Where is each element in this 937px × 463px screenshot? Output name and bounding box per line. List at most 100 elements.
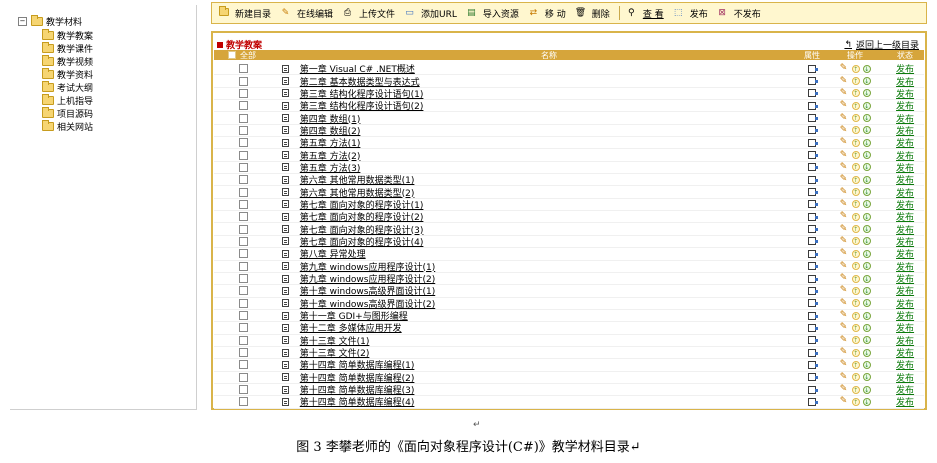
edit-pencil-icon[interactable]: ✎ xyxy=(840,298,849,308)
move-up-icon[interactable]: ↑ xyxy=(851,262,860,271)
row-checkbox[interactable] xyxy=(239,150,249,160)
row-checkbox[interactable] xyxy=(239,323,249,333)
move-down-icon[interactable]: ↓ xyxy=(862,237,871,246)
move-down-icon[interactable]: ↓ xyxy=(862,225,871,234)
move-up-icon[interactable]: ↑ xyxy=(851,336,860,345)
status-link[interactable]: 发布 xyxy=(886,247,924,260)
row-checkbox[interactable] xyxy=(239,249,249,259)
properties-icon[interactable] xyxy=(808,336,819,345)
row-checkbox[interactable] xyxy=(239,372,249,382)
move-down-icon[interactable]: ↓ xyxy=(862,188,871,197)
move-up-icon[interactable]: ↑ xyxy=(851,77,860,86)
file-name-link[interactable]: 第十四章 简单数据库编程(4) xyxy=(298,395,801,408)
status-link[interactable]: 发布 xyxy=(886,173,924,186)
file-name-link[interactable]: 第九章 windows应用程序设计(1) xyxy=(298,260,801,273)
move-down-icon[interactable]: ↓ xyxy=(862,114,871,123)
edit-pencil-icon[interactable]: ✎ xyxy=(840,88,849,98)
properties-icon[interactable] xyxy=(808,114,819,123)
move-up-icon[interactable]: ↑ xyxy=(851,200,860,209)
status-link[interactable]: 发布 xyxy=(886,358,924,371)
file-name-link[interactable]: 第十一章 GDI+与图形编程 xyxy=(298,309,801,322)
status-link[interactable]: 发布 xyxy=(886,186,924,199)
edit-pencil-icon[interactable]: ✎ xyxy=(840,397,849,406)
file-name-link[interactable]: 第十四章 简单数据库编程(1) xyxy=(298,358,801,371)
move-up-icon[interactable]: ↑ xyxy=(851,373,860,382)
properties-icon[interactable] xyxy=(808,249,819,258)
row-checkbox[interactable] xyxy=(239,311,249,321)
status-link[interactable]: 发布 xyxy=(886,149,924,162)
move-up-icon[interactable]: ↑ xyxy=(851,138,860,147)
move-up-icon[interactable]: ↑ xyxy=(851,114,860,123)
status-link[interactable]: 发布 xyxy=(886,210,924,223)
move-up-icon[interactable]: ↑ xyxy=(851,323,860,332)
move-down-icon[interactable]: ↓ xyxy=(862,323,871,332)
move-down-icon[interactable]: ↓ xyxy=(862,77,871,86)
tree-item[interactable]: 项目源码 xyxy=(42,107,93,120)
move-down-icon[interactable]: ↓ xyxy=(862,373,871,382)
properties-icon[interactable] xyxy=(808,89,819,98)
move-down-icon[interactable]: ↓ xyxy=(862,385,871,394)
tree-item[interactable]: 考试大纲 xyxy=(42,81,93,94)
row-checkbox[interactable] xyxy=(239,261,249,271)
move-down-icon[interactable]: ↓ xyxy=(862,151,871,160)
row-checkbox[interactable] xyxy=(239,101,249,111)
status-link[interactable]: 发布 xyxy=(886,235,924,248)
row-checkbox[interactable] xyxy=(239,199,249,209)
status-link[interactable]: 发布 xyxy=(886,297,924,310)
tree-item[interactable]: 相关网站 xyxy=(42,120,93,133)
status-link[interactable]: 发布 xyxy=(886,371,924,384)
file-name-link[interactable]: 第十三章 文件(2) xyxy=(298,346,801,359)
status-link[interactable]: 发布 xyxy=(886,75,924,88)
properties-icon[interactable] xyxy=(808,373,819,382)
edit-pencil-icon[interactable]: ✎ xyxy=(840,162,849,172)
properties-icon[interactable] xyxy=(808,200,819,209)
move-down-icon[interactable]: ↓ xyxy=(862,262,871,271)
move-down-icon[interactable]: ↓ xyxy=(862,299,871,308)
edit-pencil-icon[interactable]: ✎ xyxy=(840,199,849,209)
edit-pencil-icon[interactable]: ✎ xyxy=(840,138,849,147)
row-checkbox[interactable] xyxy=(239,64,249,74)
move-up-icon[interactable]: ↑ xyxy=(851,385,860,394)
move-up-icon[interactable]: ↑ xyxy=(851,397,860,406)
file-name-link[interactable]: 第七章 面向对象的程序设计(4) xyxy=(298,235,801,248)
move-down-icon[interactable]: ↓ xyxy=(862,311,871,320)
properties-icon[interactable] xyxy=(808,64,819,73)
move-up-icon[interactable]: ↑ xyxy=(851,101,860,110)
move-down-icon[interactable]: ↓ xyxy=(862,138,871,147)
move-up-icon[interactable]: ↑ xyxy=(851,286,860,295)
import-resource-button[interactable]: ▤ 导入资源 xyxy=(466,7,519,20)
move-up-icon[interactable]: ↑ xyxy=(851,175,860,184)
properties-icon[interactable] xyxy=(808,163,819,172)
properties-icon[interactable] xyxy=(808,286,819,295)
file-name-link[interactable]: 第四章 数组(2) xyxy=(298,124,801,137)
edit-pencil-icon[interactable]: ✎ xyxy=(840,236,849,246)
move-up-icon[interactable]: ↑ xyxy=(851,163,860,172)
properties-icon[interactable] xyxy=(808,151,819,160)
move-down-icon[interactable]: ↓ xyxy=(862,200,871,209)
row-checkbox[interactable] xyxy=(239,385,249,395)
properties-icon[interactable] xyxy=(808,360,819,369)
properties-icon[interactable] xyxy=(808,397,819,406)
file-name-link[interactable]: 第十四章 简单数据库编程(2) xyxy=(298,371,801,384)
row-checkbox[interactable] xyxy=(239,138,249,148)
collapse-toggle-icon[interactable]: − xyxy=(18,17,27,26)
file-name-link[interactable]: 第五章 方法(1) xyxy=(298,136,801,149)
row-checkbox[interactable] xyxy=(239,298,249,308)
status-link[interactable]: 发布 xyxy=(886,346,924,359)
edit-pencil-icon[interactable]: ✎ xyxy=(840,113,849,123)
tree-item[interactable]: 教学课件 xyxy=(42,42,93,55)
file-name-link[interactable]: 第八章 异常处理 xyxy=(298,247,801,260)
properties-icon[interactable] xyxy=(808,138,819,147)
status-link[interactable]: 发布 xyxy=(886,321,924,334)
edit-pencil-icon[interactable]: ✎ xyxy=(840,125,849,135)
new-folder-button[interactable]: 新建目录 xyxy=(218,6,271,20)
move-down-icon[interactable]: ↓ xyxy=(862,126,871,135)
move-up-icon[interactable]: ↑ xyxy=(851,151,860,160)
properties-icon[interactable] xyxy=(808,274,819,283)
edit-pencil-icon[interactable]: ✎ xyxy=(840,360,849,369)
properties-icon[interactable] xyxy=(808,385,819,394)
status-link[interactable]: 发布 xyxy=(886,136,924,149)
tree-item[interactable]: 教学视频 xyxy=(42,55,93,68)
move-down-icon[interactable]: ↓ xyxy=(862,64,871,73)
row-checkbox[interactable] xyxy=(239,360,249,370)
